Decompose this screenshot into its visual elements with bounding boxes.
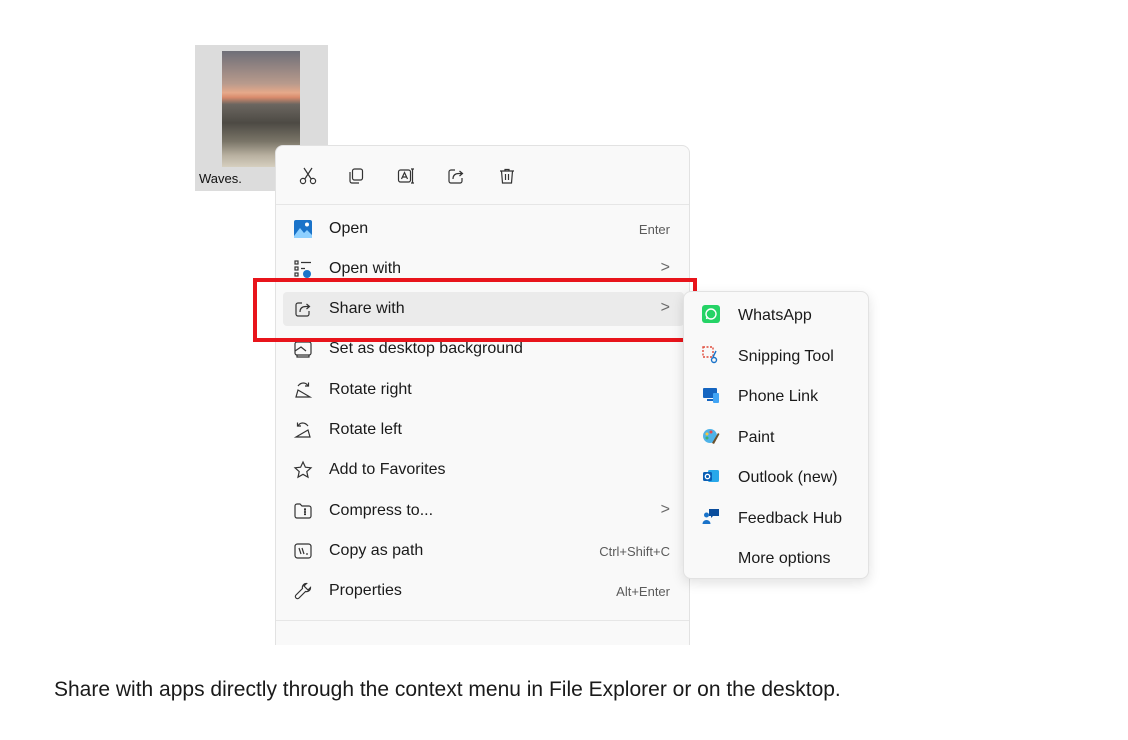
share-submenu: WhatsApp Snipping Tool Phone Link Paint	[683, 291, 869, 579]
menu-item-rotate-right[interactable]: Rotate right	[283, 373, 684, 407]
zip-folder-icon	[294, 503, 312, 519]
paint-icon	[703, 429, 720, 444]
share-icon	[448, 169, 464, 184]
photos-app-icon	[294, 220, 312, 238]
delete-button[interactable]	[491, 160, 523, 192]
context-menu: Open Enter Open with > Share with > Set …	[275, 145, 690, 645]
rotate-left-icon	[293, 422, 311, 438]
menu-item-open[interactable]: Open Enter	[283, 212, 684, 246]
desktop-background-icon	[294, 341, 312, 358]
share-target-paint[interactable]: Paint	[684, 418, 868, 454]
outlook-icon	[703, 470, 719, 482]
snipping-tool-icon	[702, 346, 718, 364]
feedback-hub-icon	[702, 509, 719, 524]
wrench-icon	[294, 582, 312, 600]
cut-button[interactable]	[292, 160, 324, 192]
scissors-icon	[299, 167, 317, 185]
menu-separator	[276, 620, 689, 621]
menu-item-add-to-favorites[interactable]: Add to Favorites	[283, 453, 684, 487]
copy-icon	[349, 168, 364, 184]
copy-path-icon	[294, 543, 312, 559]
rotate-right-icon	[295, 382, 313, 398]
menu-item-compress-to[interactable]: Compress to... >	[283, 494, 684, 528]
share-more-options[interactable]: More options	[684, 539, 868, 575]
copy-button[interactable]	[340, 160, 372, 192]
rename-button[interactable]	[390, 160, 422, 192]
rename-icon	[397, 168, 414, 184]
star-icon	[293, 460, 313, 479]
phone-link-icon	[703, 388, 719, 403]
quick-actions-bar	[276, 146, 689, 205]
caption-text: Share with apps directly through the con…	[54, 678, 841, 701]
menu-item-rotate-left[interactable]: Rotate left	[283, 413, 684, 447]
share-target-whatsapp[interactable]: WhatsApp	[684, 296, 868, 332]
file-name: Waves.	[199, 171, 242, 186]
highlight-box	[253, 278, 697, 342]
whatsapp-icon	[702, 305, 720, 323]
share-target-feedback-hub[interactable]: Feedback Hub	[684, 499, 868, 535]
share-button[interactable]	[440, 160, 472, 192]
share-target-phone-link[interactable]: Phone Link	[684, 377, 868, 413]
menu-item-copy-as-path[interactable]: Copy as path Ctrl+Shift+C	[283, 534, 684, 568]
menu-item-properties[interactable]: Properties Alt+Enter	[283, 574, 684, 608]
open-with-icon	[294, 260, 311, 278]
share-target-outlook[interactable]: Outlook (new)	[684, 458, 868, 494]
share-target-snipping-tool[interactable]: Snipping Tool	[684, 337, 868, 373]
trash-icon	[500, 168, 514, 184]
